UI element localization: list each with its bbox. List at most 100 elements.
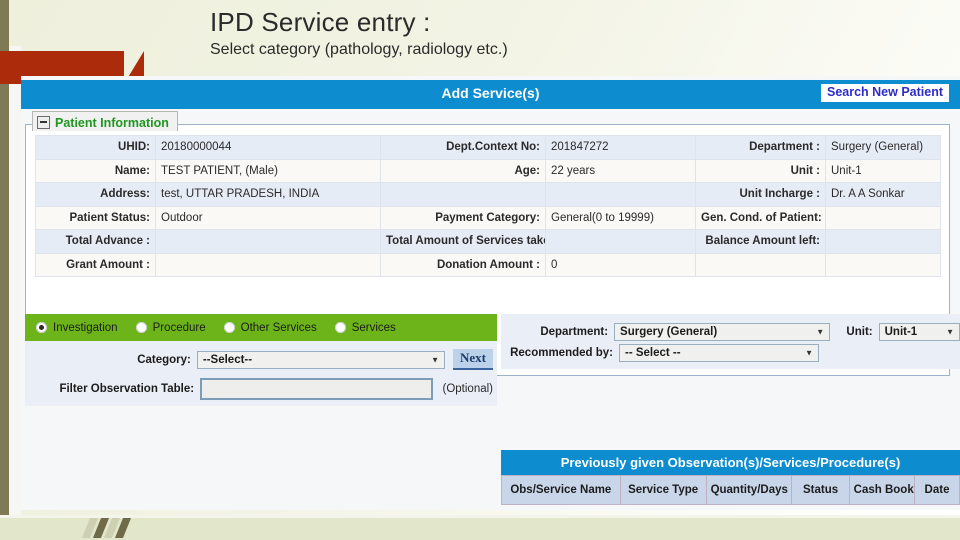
previous-services-title: Previously given Observation(s)/Services…: [501, 450, 960, 475]
patient-info-value: Unit-1: [825, 158, 941, 183]
patient-information-table: UHID: 20180000044 Dept.Context No: 20184727…: [35, 135, 941, 277]
patient-info-row: UHID: 20180000044 Dept.Context No: 20184727…: [35, 135, 941, 160]
table-header-row: Obs/Service Name Service Type Quantity/Day…: [501, 475, 960, 505]
patient-info-value: General(0 to 19999): [545, 205, 696, 230]
category-label: Category:: [137, 353, 191, 366]
patient-info-value: [545, 229, 696, 254]
unit-select-value: Unit-1: [884, 326, 918, 338]
radio-button-icon[interactable]: [334, 322, 346, 333]
chevron-down-icon: ▼: [431, 355, 439, 364]
patient-info-value: 20180000044: [155, 135, 381, 160]
patient-info-value: [825, 205, 941, 230]
collapse-minus-icon[interactable]: [37, 116, 50, 129]
service-type-radio-procedure[interactable]: Procedure: [135, 321, 206, 334]
patient-info-label: Total Advance :: [35, 229, 156, 254]
radio-button-icon[interactable]: [36, 322, 47, 333]
patient-info-label: UHID:: [35, 135, 156, 160]
chevron-down-icon: ▼: [946, 327, 954, 337]
recommended-by-label: Recommended by:: [510, 347, 613, 359]
patient-info-label: Dept.Context No:: [380, 135, 546, 160]
patient-info-label: Donation Amount :: [380, 252, 546, 277]
department-select[interactable]: Surgery (General) ▼: [614, 323, 831, 341]
table-column-header[interactable]: Status: [791, 475, 850, 505]
previous-services-panel: Previously given Observation(s)/Services…: [501, 450, 960, 505]
unit-select[interactable]: Unit-1 ▼: [878, 323, 960, 341]
patient-info-value: [825, 229, 941, 254]
recommended-by-select-value: -- Select --: [625, 347, 681, 359]
patient-info-label: [380, 182, 546, 207]
service-type-radio-label: Investigation: [53, 321, 118, 334]
patient-info-value: [155, 229, 381, 254]
table-column-header[interactable]: Date: [914, 475, 960, 505]
patient-info-value: Dr. A A Sonkar: [825, 182, 941, 207]
patient-info-value: [825, 252, 941, 277]
category-select[interactable]: --Select-- ▼: [196, 350, 445, 369]
patient-information-legend-label: Patient Information: [55, 115, 169, 130]
patient-info-label: Patient Status:: [35, 205, 156, 230]
patient-info-value: 201847272: [545, 135, 696, 160]
patient-info-value: 0: [545, 252, 696, 277]
category-select-value: --Select--: [202, 353, 253, 366]
patient-info-label: Name:: [35, 158, 156, 183]
patient-info-label: Payment Category:: [380, 205, 546, 230]
department-selection-panel: Department: Surgery (General) ▼ Unit: Un…: [501, 314, 960, 369]
title-block: IPD Service entry : Select category (pat…: [210, 6, 810, 59]
patient-info-value: [545, 182, 696, 207]
service-type-radio-other-services[interactable]: Other Services: [223, 321, 317, 334]
patient-info-label: [695, 252, 826, 277]
service-type-radio-services[interactable]: Services: [334, 321, 396, 334]
table-column-header[interactable]: Cash Book: [848, 475, 916, 505]
patient-info-label: Grant Amount :: [35, 252, 156, 277]
patient-information-legend[interactable]: Patient Information: [32, 111, 178, 131]
filter-optional-note: (Optional): [442, 383, 494, 395]
patient-info-value: TEST PATIENT, (Male): [155, 158, 381, 183]
table-column-header[interactable]: Obs/Service Name: [501, 475, 621, 505]
patient-info-value: Outdoor: [155, 205, 381, 230]
app-header-bar: Add Service(s) Search New Patient: [21, 80, 960, 109]
application-window: Add Service(s) Search New Patient Patien…: [21, 76, 960, 510]
service-type-radio-label: Services: [351, 321, 396, 334]
filter-observation-row: Filter Observation Table: (Optional): [25, 378, 497, 400]
page-subtitle: Select category (pathology, radiology et…: [210, 40, 508, 58]
patient-info-label: Total Amount of Services taken :: [380, 229, 546, 254]
decorative-bottom-strip: [0, 518, 960, 540]
chevron-down-icon: ▼: [816, 327, 825, 337]
department-select-value: Surgery (General): [620, 326, 718, 338]
filter-observation-input[interactable]: [200, 378, 433, 400]
patient-info-value: test, UTTAR PRADESH, INDIA: [155, 182, 381, 207]
service-selection-panel: Investigation Procedure Other Services Serv…: [25, 314, 497, 406]
patient-info-label: Age:: [380, 158, 546, 183]
service-type-radio-investigation[interactable]: Investigation: [36, 322, 118, 334]
patient-info-label: Department :: [695, 135, 826, 160]
slide-background: IPD Service entry : Select category (pat…: [0, 0, 960, 540]
table-column-header[interactable]: Service Type: [619, 475, 707, 505]
radio-button-icon[interactable]: [223, 322, 235, 333]
next-button[interactable]: Next: [453, 349, 493, 370]
patient-info-value: 22 years: [545, 158, 696, 183]
category-row: Category: --Select-- ▼ Next: [25, 349, 497, 370]
page-title: IPD Service entry :: [210, 7, 431, 37]
service-type-radio-label: Other Services: [240, 321, 317, 334]
search-new-patient-button[interactable]: Search New Patient: [820, 84, 949, 103]
previous-services-table: Obs/Service Name Service Type Quantity/Day…: [501, 475, 960, 505]
department-label: Department:: [540, 326, 609, 338]
patient-info-label: Gen. Cond. of Patient:: [695, 205, 826, 230]
patient-info-row: Address: test, UTTAR PRADESH, INDIA Unit I…: [35, 182, 941, 207]
app-header-title: Add Service(s): [441, 85, 540, 101]
decorative-left-gap: [9, 46, 21, 526]
patient-info-value: Surgery (General): [825, 135, 941, 160]
service-type-radio-label: Procedure: [152, 321, 206, 334]
service-type-radio-group: Investigation Procedure Other Services Serv…: [25, 314, 497, 341]
filter-observation-label: Filter Observation Table:: [59, 383, 195, 395]
radio-button-icon[interactable]: [135, 322, 147, 333]
patient-info-row: Name: TEST PATIENT, (Male) Age: 22 years Uni…: [35, 158, 941, 183]
patient-info-label: Unit Incharge :: [695, 182, 826, 207]
department-row: Department: Surgery (General) ▼ Unit: Un…: [501, 323, 960, 341]
table-column-header[interactable]: Quantity/Days: [705, 475, 793, 505]
unit-label: Unit:: [846, 326, 873, 338]
patient-info-value: [155, 252, 381, 277]
patient-info-label: Unit :: [695, 158, 826, 183]
recommended-by-select[interactable]: -- Select -- ▼: [619, 344, 819, 362]
recommended-by-row: Recommended by: -- Select -- ▼: [501, 344, 960, 362]
patient-info-label: Address:: [35, 182, 156, 207]
